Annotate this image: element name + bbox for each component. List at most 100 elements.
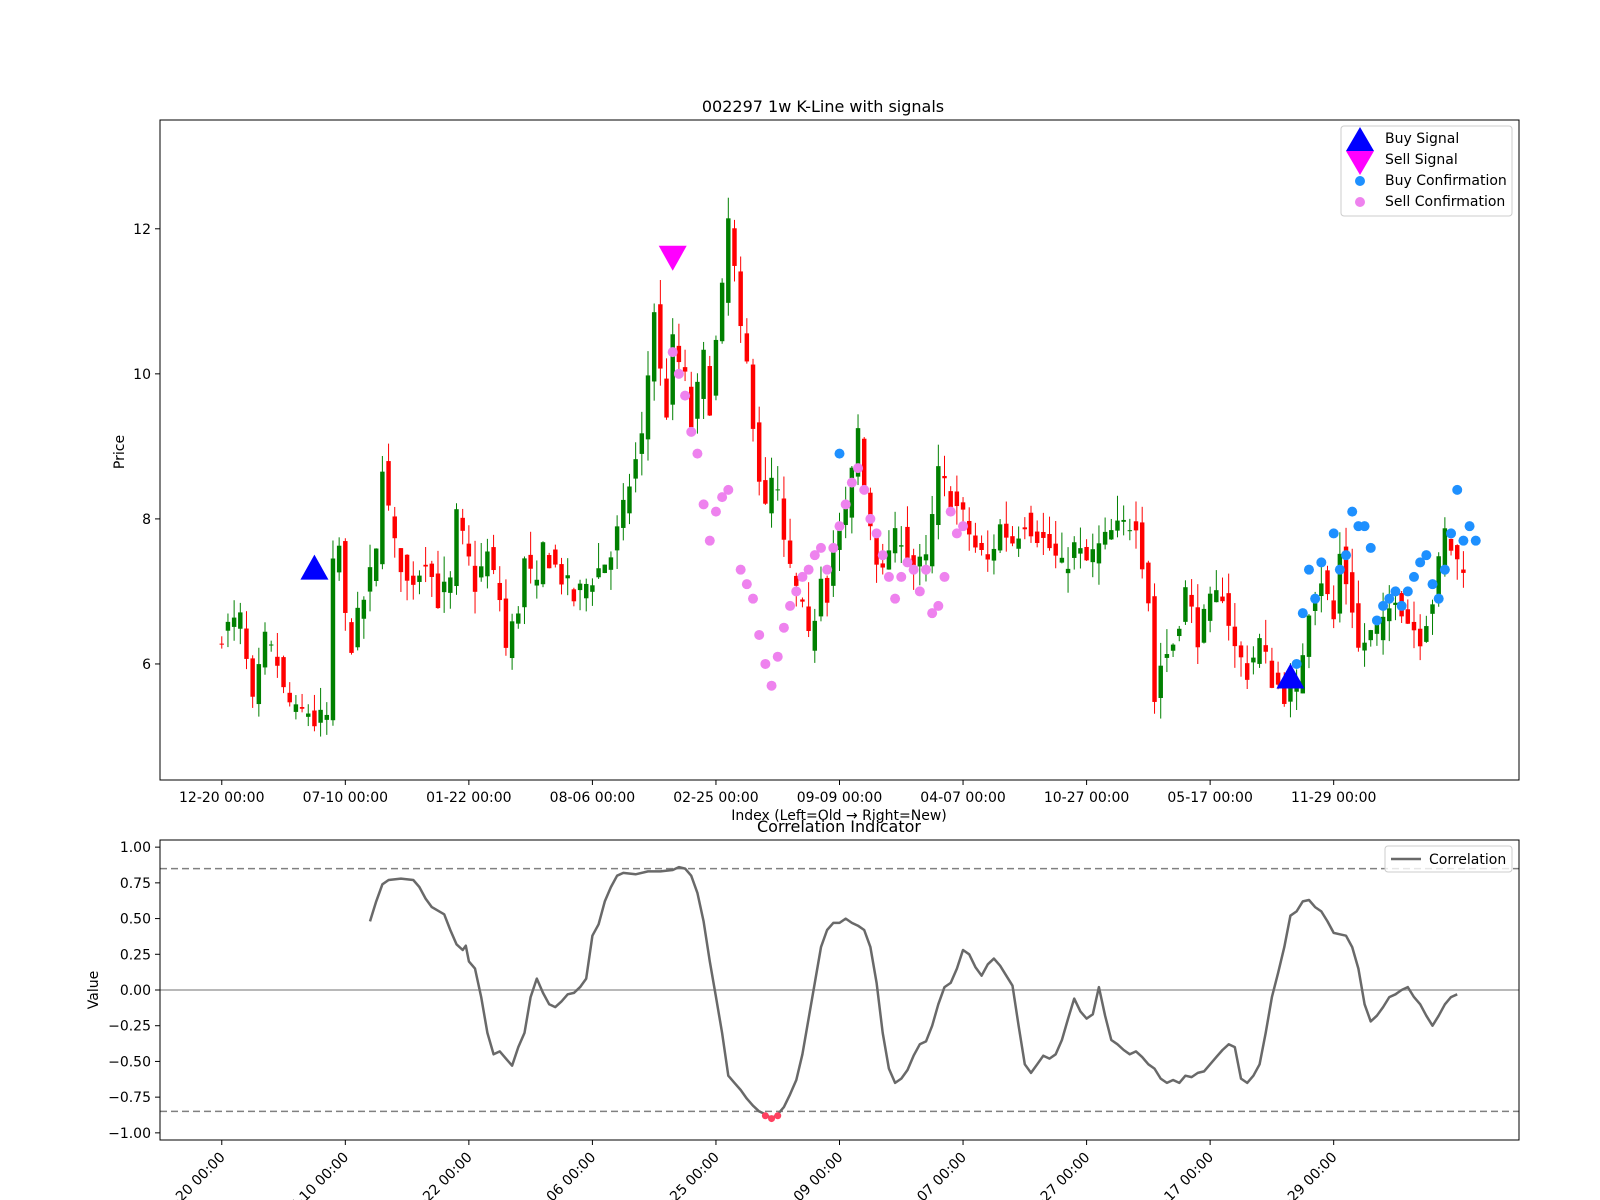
kline-y-ticks: 6 8 10 12 [133, 222, 160, 673]
candle-body [929, 514, 935, 567]
candle-body [1090, 549, 1095, 563]
correlation-y-ticks: −1.00 −0.75 −0.50 −0.25 0.00 0.25 0.50 0.75 1.00 [108, 840, 160, 1142]
x-tick-label: 08-06 00:00 [527, 1150, 599, 1200]
candle-body [1244, 663, 1250, 680]
candle-body [726, 218, 731, 303]
legend-sell-signal: Sell Signal [1385, 152, 1458, 168]
candle-body [1047, 534, 1052, 549]
candle-body [398, 548, 404, 573]
sell-confirmation-point [803, 564, 814, 575]
buy-confirmation-point [1334, 564, 1345, 575]
sell-signal-marker [658, 245, 687, 271]
sell-confirmation-point [815, 542, 826, 553]
candle-body [219, 643, 224, 645]
kline-x-ticks: 12-20 00:00 07-10 00:00 01-22 00:00 08-06 0… [179, 780, 1376, 806]
buy-confirmation-point [1291, 658, 1302, 669]
candle-body [658, 304, 663, 369]
correlation-extreme-point [774, 1112, 782, 1120]
candle-body [275, 656, 280, 666]
buy-confirmation-point [1421, 550, 1432, 561]
sell-confirmation-point [840, 499, 851, 510]
x-tick-label: 01-22 00:00 [426, 790, 511, 806]
candle-body [1226, 593, 1231, 626]
candle-body [1059, 557, 1065, 563]
candle-body [806, 606, 811, 632]
candle-body [732, 228, 737, 266]
candle-body [1448, 538, 1454, 551]
sell-confirmation-point [680, 390, 691, 401]
candle-body [330, 558, 336, 721]
candle-body [812, 620, 818, 651]
candle-body [973, 535, 978, 548]
y-tick-label: 8 [142, 512, 151, 528]
sell-confirmation-point [920, 564, 931, 575]
correlation-plot-area [160, 865, 1519, 1123]
y-tick-label: 12 [133, 222, 151, 238]
candle-body [682, 367, 688, 372]
candle-body [268, 644, 274, 646]
candle-body [448, 577, 453, 593]
candle-body [1096, 543, 1102, 564]
candle-body [460, 517, 465, 531]
candle-body [1411, 621, 1417, 631]
sell-confirmation-point [673, 368, 684, 379]
candle-body [769, 477, 774, 514]
candle-body [1374, 624, 1380, 634]
sell-confirmation-point [945, 506, 956, 517]
candle-body [1146, 562, 1151, 604]
sell-confirmation-point [686, 426, 697, 437]
sell-confirmation-point [723, 484, 734, 495]
legend-buy-signal: Buy Signal [1385, 131, 1459, 147]
correlation-line [368, 865, 1458, 1120]
sell-confirmation-point [871, 528, 882, 539]
buy-confirmation-point [1328, 528, 1339, 539]
candle-body [695, 381, 700, 419]
correlation-legend: Correlation [1384, 845, 1513, 873]
buy-confirmation-point [1464, 521, 1475, 532]
candle-body [997, 524, 1003, 551]
candle-body [423, 564, 428, 567]
kline-panel: 002297 1w K-Line with signals 6 8 10 12 12-… [112, 97, 1520, 824]
candle-body [1034, 531, 1040, 544]
candle-body [1331, 600, 1336, 620]
kline-legend: Buy Signal Sell Signal Buy Confirmation … [1340, 125, 1513, 217]
sell-confirmation-point [791, 586, 802, 597]
buy-confirmation-point [1341, 550, 1352, 561]
candle-body [1133, 521, 1139, 531]
candle-body [707, 366, 713, 416]
x-tick-label: 02-25 00:00 [673, 790, 758, 806]
buy-confirmation-point [834, 448, 845, 459]
x-tick-label: 11-29 00:00 [1291, 790, 1376, 806]
candle-body [664, 378, 669, 418]
sell-confirmation-point [939, 571, 950, 582]
candle-body [1207, 593, 1213, 621]
candle-body [1189, 594, 1194, 607]
candle-body [1251, 657, 1256, 663]
y-tick-label: −1.00 [108, 1126, 151, 1142]
candle-body [596, 568, 601, 578]
candle-body [781, 498, 787, 540]
x-tick-label: 05-17 00:00 [1167, 790, 1252, 806]
candle-body [312, 710, 317, 727]
candle-body [590, 585, 595, 592]
candle-body [1288, 686, 1293, 702]
candle-body [1349, 572, 1355, 613]
candle-body [293, 704, 299, 712]
candle-body [899, 545, 904, 547]
candle-body [787, 540, 793, 564]
candle-body [1232, 626, 1238, 647]
candle-body [1220, 596, 1225, 602]
candle-body [373, 548, 379, 581]
y-tick-label: −0.50 [108, 1054, 151, 1070]
candle-body [1424, 626, 1429, 642]
x-tick-label: 12-20 00:00 [157, 1150, 229, 1200]
candle-body [516, 613, 521, 624]
candle-body [299, 707, 305, 709]
candle-body [497, 582, 502, 601]
candle-body [719, 282, 725, 342]
sell-confirmation-point [692, 448, 703, 459]
candle-body [478, 566, 484, 578]
candle-body [627, 486, 632, 514]
candle-body [509, 621, 515, 659]
buy-confirmation-point [1371, 615, 1382, 626]
